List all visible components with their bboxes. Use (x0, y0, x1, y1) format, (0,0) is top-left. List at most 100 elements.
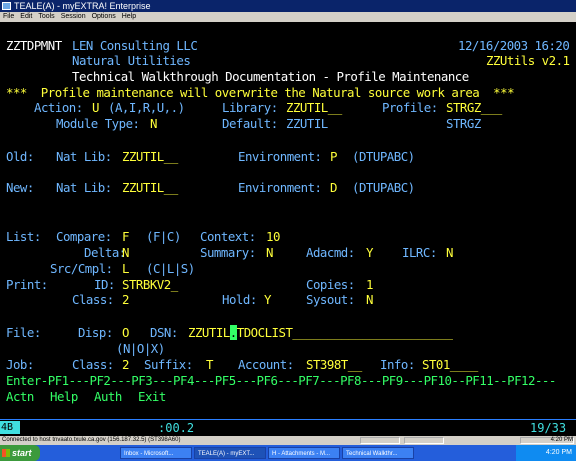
ilrc-label: ILRC: (402, 245, 437, 260)
status-time: 4:20 PM (520, 437, 574, 444)
summary-field[interactable]: N (266, 245, 273, 260)
compare-field[interactable]: F (122, 229, 129, 244)
copies-label: Copies: (306, 277, 355, 292)
delta-label: Delta: (84, 245, 126, 260)
account-field[interactable]: ST398T__ (306, 357, 362, 372)
status-bar: Connected to host tnvaato.txule.ca.gov (… (0, 436, 576, 445)
default-profile-value: STRGZ (446, 116, 481, 131)
default-label: Default: (222, 116, 278, 131)
tray-clock[interactable]: 4:20 PM (546, 449, 572, 456)
hold-label: Hold: (222, 292, 257, 307)
menu-session[interactable]: Session (61, 12, 86, 22)
start-button[interactable]: start (0, 445, 40, 461)
adacmd-field[interactable]: Y (366, 245, 373, 260)
new-env-field[interactable]: D (330, 180, 337, 195)
print-class-field[interactable]: 2 (122, 292, 129, 307)
job-class-label: Class: (72, 357, 114, 372)
profile-label: Profile: (382, 100, 438, 115)
window-title-bar: TEALE(A) - myEXTRA! Enterprise (0, 0, 576, 12)
info-field[interactable]: ST01____ (422, 357, 478, 372)
job-label: Job: (6, 357, 34, 372)
old-env-field[interactable]: P (330, 149, 337, 164)
pf2-help[interactable]: Help (50, 389, 78, 404)
hold-field[interactable]: Y (264, 292, 271, 307)
disp-options: (N|O|X) (116, 341, 165, 356)
cursor-position: 19/33 (530, 421, 567, 435)
library-field[interactable]: ZZUTIL__ (286, 100, 342, 115)
profile-field[interactable]: STRGZ___ (446, 100, 502, 115)
print-id-field[interactable]: STRBKV2_ (122, 277, 178, 292)
print-label: Print: (6, 277, 48, 292)
pfkey-bar: Enter-PF1---PF2---PF3---PF4---PF5---PF6-… (6, 373, 556, 388)
ilrc-field[interactable]: N (446, 245, 453, 260)
srccmpl-field[interactable]: L (122, 261, 129, 276)
module-type-label: Module Type: (56, 116, 140, 131)
status-panel-1 (360, 437, 400, 444)
job-class-field[interactable]: 2 (122, 357, 129, 372)
context-field[interactable]: 10 (266, 229, 280, 244)
module-type-field[interactable]: N (150, 116, 157, 131)
menu-bar: File Edit Tools Session Options Help (0, 12, 576, 22)
session-indicator: 4B (0, 421, 20, 434)
dsn-value-prefix: ZZUTIL (188, 325, 230, 340)
warning-message: *** Profile maintenance will overwrite t… (6, 85, 515, 100)
disp-label: Disp: (78, 325, 113, 340)
pf1-actn[interactable]: Actn (6, 389, 34, 404)
app-icon (2, 2, 11, 10)
compare-label: Compare: (56, 229, 112, 244)
suffix-field[interactable]: T (206, 357, 213, 372)
text-cursor: . (229, 325, 237, 340)
taskbar-item-inbox[interactable]: Inbox - Microsoft... (120, 447, 192, 459)
terminal-screen[interactable]: ZZTDPMNT LEN Consulting LLC 12/16/2003 1… (0, 22, 576, 421)
srccmpl-label: Src/Cmpl: (50, 261, 113, 276)
taskbar-item-walkthrough[interactable]: Technical Walkthr... (342, 447, 414, 459)
file-label: File: (6, 325, 41, 340)
print-class-label: Class: (72, 292, 114, 307)
action-field[interactable]: U (92, 100, 99, 115)
status-panel-2 (404, 437, 444, 444)
sysout-field[interactable]: N (366, 292, 373, 307)
action-label: Action: (34, 100, 83, 115)
old-natlib-label: Nat Lib: (56, 149, 112, 164)
dsn-field[interactable]: ZZUTIL.TDOCLIST_______________________ (188, 325, 453, 340)
context-label: Context: (200, 229, 256, 244)
summary-label: Summary: (200, 245, 256, 260)
old-label: Old: (6, 149, 34, 164)
clock-icon-time: :00.2 (158, 421, 195, 435)
taskbar-item-attachments[interactable]: H - Attachments - M... (268, 447, 340, 459)
old-env-label: Environment: (238, 149, 322, 164)
taskbar: start Inbox - Microsoft... TEALE(A) - my… (0, 445, 576, 461)
copies-field[interactable]: 1 (366, 277, 373, 292)
menu-help[interactable]: Help (122, 12, 136, 22)
start-label: start (12, 448, 32, 458)
new-natlib-field[interactable]: ZZUTIL__ (122, 180, 178, 195)
disp-field[interactable]: O (122, 325, 129, 340)
adacmd-label: Adacmd: (306, 245, 355, 260)
print-id-label: ID: (94, 277, 115, 292)
suffix-label: Suffix: (144, 357, 193, 372)
menu-file[interactable]: File (3, 12, 14, 22)
dsn-label: DSN: (150, 325, 178, 340)
operator-info-area: 4B :00.2 19/33 (0, 420, 576, 436)
delta-field[interactable]: N (122, 245, 129, 260)
program-name: ZZTDPMNT (6, 38, 62, 53)
old-env-options: (DTUPABC) (352, 149, 415, 164)
pf4-exit[interactable]: Exit (138, 389, 166, 404)
sysout-label: Sysout: (306, 292, 355, 307)
new-label: New: (6, 180, 34, 195)
screen-subtitle: Natural Utilities (72, 53, 191, 68)
list-label: List: (6, 229, 41, 244)
menu-options[interactable]: Options (92, 12, 116, 22)
new-env-label: Environment: (238, 180, 322, 195)
menu-edit[interactable]: Edit (20, 12, 32, 22)
info-label: Info: (380, 357, 415, 372)
taskbar-item-myextra[interactable]: TEALE(A) - myEXT... (194, 447, 266, 459)
connection-status: Connected to host tnvaato.txule.ca.gov (… (2, 437, 181, 443)
windows-logo-icon (2, 449, 10, 457)
company-name: LEN Consulting LLC (72, 38, 198, 53)
old-natlib-field[interactable]: ZZUTIL__ (122, 149, 178, 164)
screen-datetime: 12/16/2003 16:20 (458, 38, 570, 53)
pf3-auth[interactable]: Auth (94, 389, 122, 404)
menu-tools[interactable]: Tools (38, 12, 54, 22)
screen-version: ZZUtils v2.1 (486, 53, 570, 68)
